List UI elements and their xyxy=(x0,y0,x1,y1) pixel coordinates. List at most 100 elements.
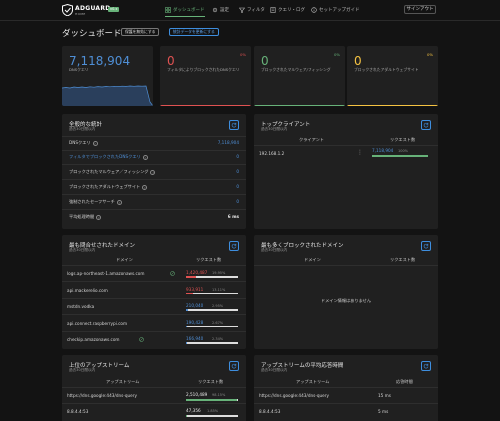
upstream-name[interactable]: https://dns.google:443/dns-query xyxy=(259,393,329,398)
block-domain-icon[interactable] xyxy=(139,337,144,342)
nav-dashboard[interactable]: ダッシュボード xyxy=(165,5,205,17)
stat-label: ブロックされたマルウェア/フィッシング xyxy=(261,67,331,72)
panel-subtitle: 過去30日間以内 xyxy=(261,248,288,252)
log-icon xyxy=(270,7,276,13)
stat-baseline xyxy=(160,105,251,106)
guide-icon xyxy=(311,7,317,13)
header-divider xyxy=(0,20,500,21)
client-ip[interactable]: 192.168.1.2 xyxy=(259,151,284,156)
panel-subtitle: 過去30日間以内 xyxy=(261,127,288,131)
nav-query-log[interactable]: クエリ・ログ xyxy=(270,5,305,15)
upstream-name[interactable]: 8.8.4.4:53 xyxy=(259,409,280,414)
domain-name[interactable]: api.connect.raspberrypi.com xyxy=(67,321,127,326)
divider xyxy=(62,330,246,332)
domain-request-percent: 2.67% xyxy=(212,320,224,325)
divider xyxy=(62,265,246,266)
refresh-stats-button[interactable]: 統計データを更新にする xyxy=(169,28,219,36)
domain-request-percent: 2.34% xyxy=(212,337,224,341)
refresh-button[interactable] xyxy=(421,241,431,251)
stat-label: ブロックされたアダルトウェブサイト xyxy=(354,67,419,72)
divider xyxy=(62,164,246,165)
domain-request-count: 1,420,487 xyxy=(186,270,208,275)
adguard-logo[interactable]: ADGUARD HOME v0.x xyxy=(62,4,172,18)
domain-name[interactable]: api.mackerelio.com xyxy=(67,288,108,293)
shield-logo-icon xyxy=(62,4,73,16)
divider xyxy=(62,387,246,388)
stat-card-blocked-adult: 0 ブロックされたアダルトウェブサイト 0% xyxy=(347,46,438,106)
refresh-icon xyxy=(231,363,237,369)
divider xyxy=(62,403,246,404)
upstream-name[interactable]: 8.8.4.4:53 xyxy=(67,409,88,414)
divider xyxy=(62,314,246,315)
divider xyxy=(62,179,246,180)
refresh-button[interactable] xyxy=(229,241,239,251)
gear-icon xyxy=(212,7,218,13)
domain-bar-track xyxy=(186,292,238,294)
stat-row-blocked-adult: ブロックされたアダルトウェブサイト? xyxy=(69,184,148,190)
column-header-domain: ドメイン xyxy=(116,257,133,262)
domain-bar-track xyxy=(186,276,238,278)
column-header-response-time: 応答時間 xyxy=(396,379,413,384)
domain-name[interactable]: checkip.amazonaws.com xyxy=(67,337,120,342)
refresh-button[interactable] xyxy=(421,361,431,371)
stat-row-blocked-malware: ブロックされたマルウェア／フィッシング? xyxy=(69,169,156,175)
domain-bar-fill xyxy=(186,309,188,311)
dashboard-icon xyxy=(165,7,171,13)
nav-dashboard-label: ダッシュボード xyxy=(173,8,205,13)
divider xyxy=(62,136,246,137)
refresh-button[interactable] xyxy=(421,120,431,130)
divider xyxy=(254,387,438,388)
nav-settings[interactable]: 設定 xyxy=(212,5,229,15)
nav-setup-guide[interactable]: セットアップガイド xyxy=(311,5,360,15)
stat-row-value: 6 ms xyxy=(227,214,239,219)
stat-row-dns-queries: DNSクエリ? xyxy=(69,140,98,146)
stat-row-value: 0 xyxy=(236,184,239,189)
help-icon[interactable]: ? xyxy=(116,199,122,205)
nav-filters[interactable]: フィルタ xyxy=(239,5,265,15)
domain-bar-track xyxy=(186,325,238,327)
stat-row-value: 0 xyxy=(236,169,239,174)
upstream-bar-fill xyxy=(186,415,187,417)
dns-queries-sparkline xyxy=(62,85,153,106)
column-header-requests: リクエスト数 xyxy=(390,257,416,262)
client-bar-fill xyxy=(372,155,428,157)
block-domain-icon[interactable] xyxy=(170,271,175,276)
empty-state-text: ドメイン情報はありません xyxy=(320,298,372,303)
domain-name[interactable]: logs.ap-northeast-1.amazonaws.com xyxy=(67,271,144,276)
column-header-requests: リクエスト数 xyxy=(196,257,222,262)
domain-bar-fill xyxy=(186,342,188,344)
client-request-count: 7,118,904 xyxy=(372,148,394,153)
upstream-name[interactable]: https://dns.google:443/dns-query xyxy=(67,393,137,398)
panel-subtitle: 過去30日間以内 xyxy=(69,368,96,372)
refresh-icon xyxy=(231,122,237,128)
domain-bar-track xyxy=(186,342,238,344)
domain-bar-fill xyxy=(186,292,193,294)
refresh-icon xyxy=(423,243,429,249)
refresh-button[interactable] xyxy=(229,361,239,371)
help-icon[interactable]: ? xyxy=(142,184,148,190)
divider xyxy=(254,403,438,404)
stat-value: 0 xyxy=(354,54,362,68)
disable-protection-button[interactable]: 保護を無効にする xyxy=(121,28,160,36)
stat-card-blocked-malware: 0 ブロックされたマルウェア/フィッシング 0% xyxy=(254,46,345,106)
page-title: ダッシュボード xyxy=(62,29,122,39)
nav-filters-label: フィルタ xyxy=(247,8,265,13)
top-clients-panel: トップクライアント 過去30日間以内 クライアント リクエスト数 192.168… xyxy=(254,114,438,229)
help-icon[interactable]: ? xyxy=(92,140,98,146)
domain-bar-fill xyxy=(186,276,197,278)
divider xyxy=(62,297,246,299)
upstream-request-count: 47,356 xyxy=(186,408,201,413)
nav-setup-guide-label: セットアップガイド xyxy=(319,8,360,13)
help-icon[interactable]: ? xyxy=(142,154,148,160)
help-icon[interactable]: ? xyxy=(150,169,156,175)
stat-baseline xyxy=(254,105,345,106)
domain-name[interactable]: mstdn.vodka xyxy=(67,304,94,309)
panel-subtitle: 過去30日間以内 xyxy=(69,127,96,131)
refresh-button[interactable] xyxy=(229,120,239,130)
more-options-icon[interactable]: ⋮ xyxy=(357,149,363,156)
help-icon[interactable]: ? xyxy=(96,214,102,220)
filter-icon xyxy=(239,7,245,13)
stat-card-blocked-filters: 0 フィルタによりブロックされたDNSクエリ 0% xyxy=(160,46,251,106)
upstream-request-percent: 1.85% xyxy=(207,409,219,413)
signout-button[interactable]: サインアウト xyxy=(404,5,436,14)
